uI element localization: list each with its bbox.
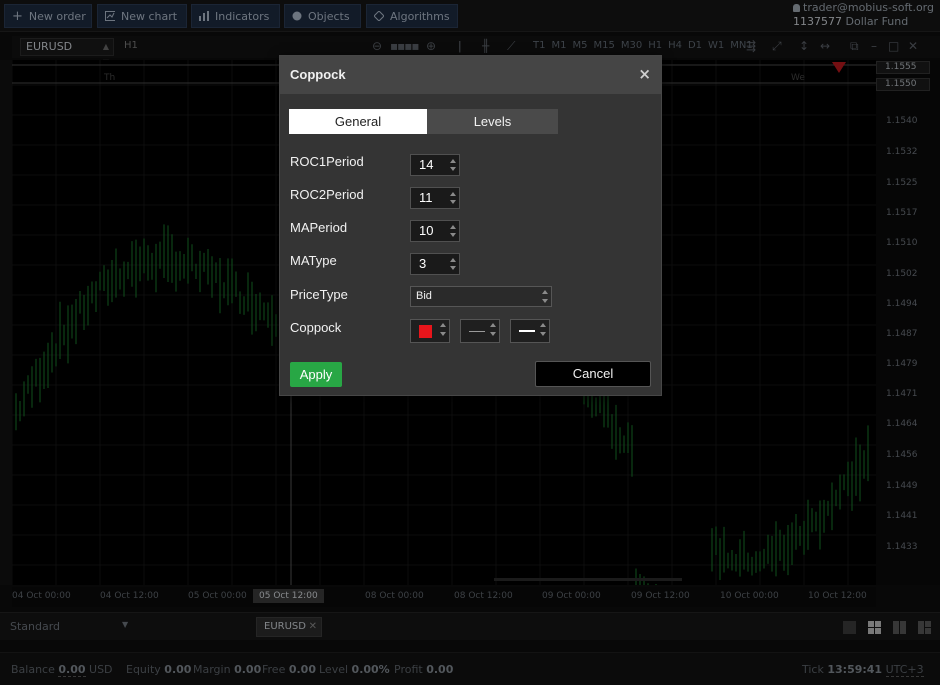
tab-general[interactable]: General: [289, 109, 427, 134]
color-swatch: [419, 325, 432, 338]
dialog-header: Coppock ×: [280, 56, 661, 94]
maperiod-stepper[interactable]: 10: [410, 220, 460, 242]
select-arrows-icon: [542, 290, 548, 303]
roc2-label: ROC2Period: [290, 187, 364, 202]
coppock-color-picker[interactable]: [410, 319, 450, 343]
roc2-value: 11: [419, 190, 433, 205]
pricetype-label: PriceType: [290, 287, 348, 302]
roc1-label: ROC1Period: [290, 154, 364, 169]
pricetype-value: Bid: [416, 290, 432, 302]
roc2-stepper[interactable]: 11: [410, 187, 460, 209]
line-width-preview: [519, 330, 535, 332]
select-arrows-icon: [440, 323, 446, 336]
spin-arrows-icon[interactable]: [450, 158, 456, 172]
cancel-button[interactable]: Cancel: [535, 361, 651, 387]
matype-value: 3: [419, 256, 427, 271]
spin-arrows-icon[interactable]: [450, 224, 456, 238]
maperiod-value: 10: [419, 223, 434, 238]
spin-arrows-icon[interactable]: [450, 191, 456, 205]
coppock-dialog: Coppock × General Levels ROC1Period 14 R…: [279, 55, 662, 396]
matype-label: MAType: [290, 253, 337, 268]
coppock-label: Coppock: [290, 320, 342, 335]
line-style-select[interactable]: [460, 319, 500, 343]
roc1-stepper[interactable]: 14: [410, 154, 460, 176]
roc1-value: 14: [419, 157, 434, 172]
select-arrows-icon: [540, 323, 546, 336]
tab-levels[interactable]: Levels: [427, 109, 558, 134]
select-arrows-icon: [490, 323, 496, 336]
line-style-preview: [469, 331, 485, 332]
maperiod-label: MAPeriod: [290, 220, 348, 235]
spin-arrows-icon[interactable]: [450, 257, 456, 271]
pricetype-select[interactable]: Bid: [410, 286, 552, 307]
dialog-title: Coppock: [290, 67, 346, 82]
apply-button[interactable]: Apply: [290, 362, 342, 387]
line-width-select[interactable]: [510, 319, 550, 343]
close-icon[interactable]: ×: [638, 65, 651, 83]
matype-stepper[interactable]: 3: [410, 253, 460, 275]
